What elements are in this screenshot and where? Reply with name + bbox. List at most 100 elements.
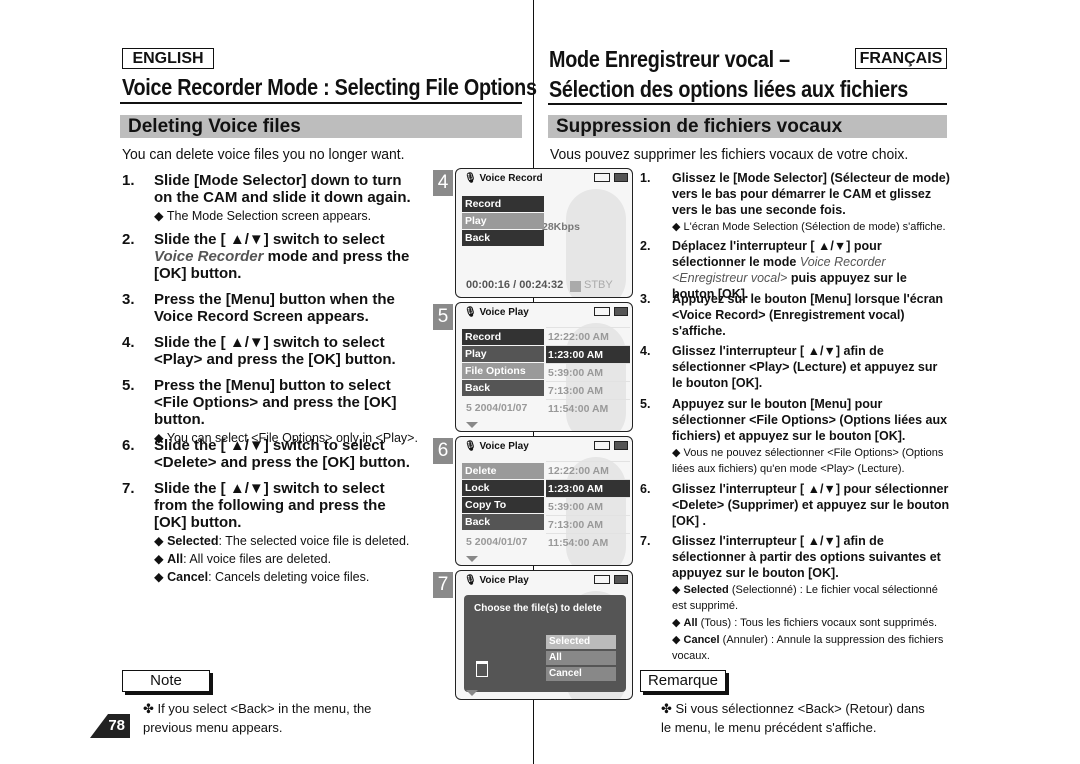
time-item: 5:39:00 AM [546,363,630,381]
menu-item-file-options[interactable]: File Options [462,363,544,379]
intro-en: You can delete voice files you no longer… [122,146,405,163]
step-note: ◆ Selected: The selected voice file is d… [154,533,422,549]
step-number: 3. [122,291,135,308]
menu-item-play[interactable]: Play [462,346,544,362]
option-selected[interactable]: Selected [546,635,616,649]
step-3: 3. Appuyez sur le bouton [Menu] lorsque l… [640,291,950,339]
step-1: 1. Slide [Mode Selector] down to turn on … [122,172,422,224]
menu-item-copy-to[interactable]: Copy To [462,497,544,513]
scroll-down-icon [466,556,478,562]
battery-icon [614,441,628,450]
page-title-fr-1: Mode Enregistreur vocal – [549,46,790,72]
menu-item-lock[interactable]: Lock [462,480,544,496]
status-indicator-icon [570,281,581,292]
step-note: ◆ All: All voice files are deleted. [154,551,422,567]
menu-item-back[interactable]: Back [462,514,544,530]
step-note: ◆ Selected (Selectionné) : Le fichier vo… [672,582,950,614]
step-text: Appuyez sur le bouton [Menu] pour sélect… [672,396,950,477]
step-number: 4. [122,334,135,351]
menu-item-back[interactable]: Back [462,380,544,396]
language-label-english: ENGLISH [122,48,214,69]
step-text: Glissez l'interrupteur [ ▲/▼] afin de sé… [672,343,950,391]
screen-title-text: Voice Play [479,307,529,318]
step-text: Glissez l'interrupteur [ ▲/▼] afin de sé… [672,533,950,664]
screen-title: 🎙 Voice Play [464,575,529,586]
divider [548,103,947,105]
step-note-text: ◆ [154,552,168,566]
status-icons [594,307,628,318]
step-note-text: ◆ [154,534,168,548]
step-text-part: Glissez le [Mode Selector] (Sélecteur de… [672,171,950,217]
intro-fr: Vous pouvez supprimer les fichiers vocau… [550,146,909,163]
step-6: 6. Glissez l'interrupteur [ ▲/▼] pour sél… [640,481,950,529]
menu-item-delete[interactable]: Delete [462,463,544,479]
step-note-text: (Tous) : Tous les fichiers vocaux sont s… [697,617,938,629]
step-2: 2. Slide the [ ▲/▼] switch to select Voic… [122,231,422,282]
note-text-en: ✤ If you select <Back> in the menu, the … [143,701,372,735]
step-note-text: : The selected voice file is deleted. [218,534,410,548]
dialog-message: Choose the file(s) to delete [474,603,602,614]
battery-icon [614,173,628,182]
step-number: 2. [122,231,135,248]
step-text-part: Glissez l'interrupteur [ ▲/▼] afin de sé… [672,534,941,580]
section-header-fr: Suppression de fichiers vocaux [548,115,947,138]
step-text-part: Slide the [ ▲/▼] switch to select <Play>… [154,334,396,368]
step-number: 6. [640,482,651,496]
menu-item-record[interactable]: Record [462,196,544,212]
menu-item-back[interactable]: Back [462,230,544,246]
option-cancel[interactable]: Cancel [546,667,616,681]
step-number: 1. [640,171,651,185]
step-note-text: ◆ Vous ne pouvez sélectionner <File Opti… [672,447,944,475]
battery-icon [614,307,628,316]
step-4: 4. Slide the [ ▲/▼] switch to select <Pla… [122,334,422,368]
time-item: 12:22:00 AM [546,327,630,345]
step-badge: 6 [433,438,453,464]
step-note-text: : All voice files are deleted. [183,552,332,566]
status-text: STBY [584,279,613,291]
step-number: 4. [640,344,651,358]
microphone-icon: 🎙 [464,307,480,318]
time-item: 7:13:00 AM [546,515,630,533]
step-text-part: Appuyez sur le bouton [Menu] pour sélect… [672,397,948,443]
remarque-label: Remarque [640,670,726,692]
bitrate: 28Kbps [542,221,580,233]
status-icons [594,441,628,452]
menu-list: Delete Lock Copy To Back [462,463,544,531]
step-number: 3. [640,292,651,306]
step-text-part: Press the [Menu] button when the Voice R… [154,291,395,325]
step-text-part: Voice Recorder [154,248,264,265]
step-text: Slide the [ ▲/▼] switch to select Voice … [154,231,422,282]
time-item: 7:13:00 AM [546,381,630,399]
step-note: ◆ All (Tous) : Tous les fichiers vocaux … [672,615,950,631]
step-1: 1. Glissez le [Mode Selector] (Sélecteur … [640,170,950,235]
step-note: ◆ L'écran Mode Selection (Sélection de m… [672,219,950,235]
note-label: Note [122,670,210,692]
step-note: ◆ The Mode Selection screen appears. [154,208,422,224]
step-badge: 4 [433,170,453,196]
list-row-date: 5 2004/01/07 [466,402,528,414]
scroll-down-icon [466,422,478,428]
time-item: 1:23:00 AM [546,345,630,363]
screen-title-text: Voice Record [479,173,543,184]
menu-item-record[interactable]: Record [462,329,544,345]
option-all[interactable]: All [546,651,616,665]
time-item: 11:54:00 AM [546,399,630,417]
step-badge: 7 [433,572,453,598]
microphone-icon: 🎙 [464,173,480,184]
step-note-text: ◆ [672,617,684,629]
menu-list: Record Play File Options Back [462,329,544,397]
time-item: 12:22:00 AM [546,461,630,479]
scroll-down-icon [466,690,478,696]
step-text-part: Slide the [ ▲/▼] switch to select from t… [154,480,386,531]
step-text: Press the [Menu] button when the Voice R… [154,291,422,325]
device-screen-4: 🎙 Voice Record 28Kbps 00:00:16 / 00:24:32 S… [455,168,633,298]
step-note-term: Cancel [683,634,720,646]
step-text: Appuyez sur le bouton [Menu] lorsque l'é… [672,291,950,339]
step-note-term: Selected [683,584,729,596]
page-title-fr-2: Sélection des options liées aux fichiers [549,76,909,102]
step-text-part: Glissez l'interrupteur [ ▲/▼] afin de sé… [672,344,938,390]
time-list: 12:22:00 AM 1:23:00 AM 5:39:00 AM 7:13:00 A… [546,461,630,551]
step-5: 5. Appuyez sur le bouton [Menu] pour séle… [640,396,950,477]
step-note-term: All [167,552,184,566]
menu-item-play[interactable]: Play [462,213,544,229]
